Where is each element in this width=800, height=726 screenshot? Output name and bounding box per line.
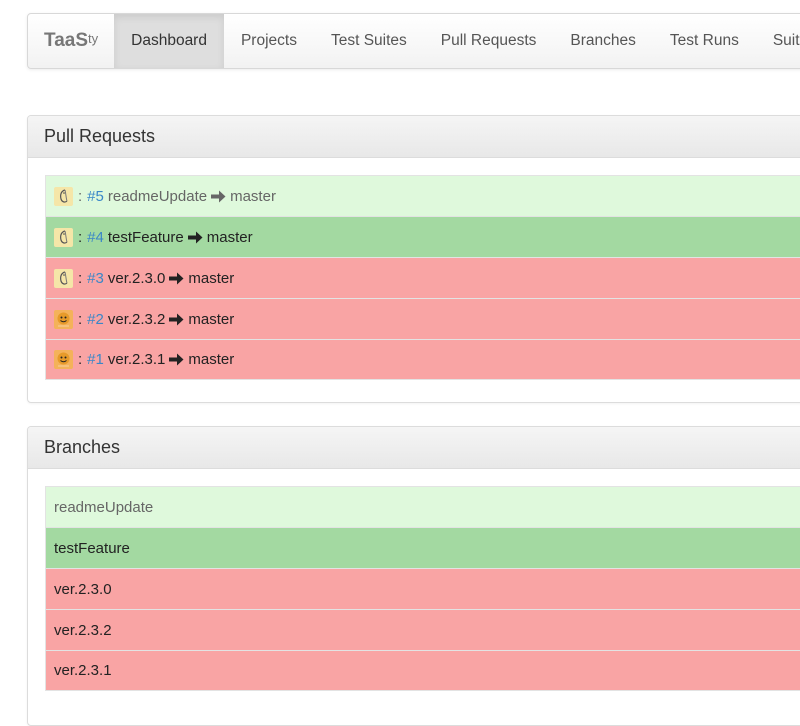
nav-test-runs[interactable]: Test Runs [653,14,756,68]
pr-separator: : [78,269,83,287]
pr-number-link[interactable]: #5 [87,188,104,205]
arrow-right-icon [169,272,184,285]
pr-separator: : [78,351,83,368]
pr-number-link[interactable]: #3 [87,270,104,287]
avatar-sketch-icon [54,268,73,288]
arrow-right-icon [169,353,184,366]
pr-separator: : [78,187,83,205]
arrow-right-icon [169,313,184,326]
pull-request-row[interactable]: : #2 ver.2.3.2 master [45,298,800,339]
branch-row[interactable]: ver.2.3.2 [45,609,800,650]
branch-name: testFeature [54,539,130,557]
pr-target-branch: master [206,228,253,246]
nav-projects[interactable]: Projects [224,14,314,68]
nav-test-suites[interactable]: Test Suites [314,14,424,68]
top-navbar: TaaS ty Dashboard Projects Test Suites Pu… [27,13,800,69]
brand-logo[interactable]: TaaS ty [28,14,114,68]
branch-name: ver.2.3.0 [54,580,112,598]
branches-panel: Branches readmeUpdate testFeature ver.2.3.… [27,426,800,726]
arrow-right-icon [187,231,203,244]
pr-number-link[interactable]: #4 [87,229,104,246]
pr-number-link[interactable]: #2 [87,311,104,328]
pull-request-row[interactable]: : #5 readmeUpdate master [45,175,800,216]
pr-source-branch: ver.2.3.2 [107,310,166,328]
pull-request-row[interactable]: : #3 ver.2.3.0 master [45,257,800,298]
branch-row[interactable]: ver.2.3.0 [45,568,800,609]
pr-target-branch: master [230,187,276,205]
pr-separator: : [78,228,83,246]
avatar-sketch-icon [54,227,73,247]
pr-target-branch: master [188,310,235,328]
branch-row[interactable]: readmeUpdate [45,486,800,527]
branch-row[interactable]: ver.2.3.1 [45,650,800,691]
pull-requests-heading: Pull Requests [28,116,800,158]
nav-suites[interactable]: Suites [756,14,800,68]
branches-heading: Branches [28,427,800,469]
pull-requests-panel: Pull Requests : #5 readmeUpdate master: #4 te… [27,115,800,403]
pr-separator: : [78,310,83,328]
pull-request-row[interactable]: : #1 ver.2.3.1 master [45,339,800,380]
pr-source-branch: ver.2.3.0 [107,269,166,287]
pr-source-branch: readmeUpdate [107,187,208,205]
avatar-emoji-icon [54,309,73,329]
avatar-sketch-icon [54,186,73,206]
pull-requests-list: : #5 readmeUpdate master: #4 testFeature maste… [45,175,800,380]
pr-source-branch: testFeature [107,228,184,246]
pr-number-link[interactable]: #1 [87,351,104,368]
nav-dashboard[interactable]: Dashboard [114,14,224,68]
brand-name: TaaS [44,30,89,51]
branch-name: ver.2.3.2 [54,621,112,639]
pr-target-branch: master [188,351,235,368]
nav-pull-requests[interactable]: Pull Requests [424,14,554,68]
branch-name: readmeUpdate [54,498,154,516]
arrow-right-icon [211,190,226,203]
avatar-emoji-icon [54,350,73,369]
branch-row[interactable]: testFeature [45,527,800,568]
pr-source-branch: ver.2.3.1 [107,351,166,368]
pull-request-row[interactable]: : #4 testFeature master [45,216,800,257]
branch-name: ver.2.3.1 [54,662,112,679]
brand-sup: ty [88,30,99,46]
pr-target-branch: master [188,269,235,287]
branches-list: readmeUpdate testFeature ver.2.3.0 ver.2.3.… [45,486,800,691]
nav-branches[interactable]: Branches [553,14,652,68]
